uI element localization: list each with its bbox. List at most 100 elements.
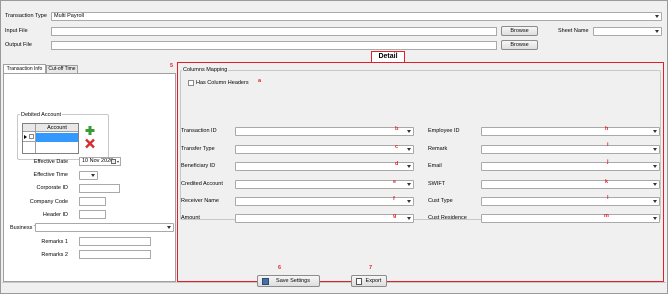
transaction-type-select[interactable]: Multi Payroll — [51, 12, 662, 21]
tab-transaction-info[interactable]: Transaction Info — [3, 64, 46, 73]
input-file-label: Input File — [5, 28, 28, 34]
tab-cutoff-time[interactable]: Cut-off Time — [46, 65, 78, 73]
mapping-select-cust-type[interactable] — [481, 197, 660, 206]
annotation-h: h — [605, 126, 609, 132]
remove-account-button[interactable] — [84, 138, 96, 149]
save-settings-button[interactable]: Save Settings — [257, 275, 320, 287]
browse-input-button[interactable]: Browse — [501, 26, 538, 36]
mapping-select-beneficiary-id[interactable] — [235, 162, 414, 171]
mapping-select-amount[interactable] — [235, 214, 414, 223]
annotation-e: e — [393, 179, 397, 185]
chevron-down-icon — [91, 174, 95, 177]
annotation-j: j — [607, 159, 609, 165]
annotation-i: i — [607, 142, 609, 148]
mapping-label-email: Email — [428, 163, 442, 169]
mapping-select-credited-account[interactable] — [235, 180, 414, 189]
chevron-down-icon — [653, 165, 657, 168]
corporate-id-label: Corporate ID — [36, 185, 69, 191]
mapping-label-transfer-type: Transfer Type — [181, 146, 215, 152]
row-checkbox[interactable] — [29, 134, 34, 139]
mapping-select-transaction-id[interactable] — [235, 127, 414, 136]
effective-date-value: 10 Nov 2020 — [82, 158, 114, 164]
annotation-6: 6 — [278, 265, 282, 271]
chevron-down-icon — [167, 226, 171, 229]
mapping-label-remark: Remark — [428, 146, 448, 152]
save-icon — [262, 278, 269, 285]
annotation-f: f — [393, 196, 395, 202]
chevron-down-icon — [653, 217, 657, 220]
header-id-label: Header ID — [42, 212, 68, 218]
transaction-type-value: Multi Payroll — [54, 13, 84, 19]
mapping-select-cust-residence[interactable] — [481, 214, 660, 223]
has-column-headers-checkbox[interactable] — [188, 80, 194, 86]
chevron-down-icon — [653, 148, 657, 151]
effective-time-select[interactable] — [79, 171, 98, 180]
annotation-7: 7 — [369, 265, 373, 271]
has-column-headers-label: Has Column Headers — [196, 80, 249, 86]
chevron-down-icon — [407, 217, 411, 220]
mapping-label-credited-account: Credited Account — [181, 181, 223, 187]
add-account-button[interactable] — [84, 125, 96, 136]
account-cell-selected[interactable] — [36, 133, 78, 142]
mapping-label-swift: SWIFT — [428, 181, 446, 187]
annotation-k: k — [605, 179, 609, 185]
company-code-field[interactable] — [79, 197, 106, 206]
mapping-label-receiver-name: Receiver Name — [181, 198, 219, 204]
bottom-divider — [2, 282, 666, 283]
remarks1-field[interactable] — [79, 237, 151, 246]
calendar-icon — [111, 159, 116, 164]
mapping-select-employee-id[interactable] — [481, 127, 660, 136]
mapping-select-transfer-type[interactable] — [235, 145, 414, 154]
plus-icon — [85, 126, 95, 135]
export-label: Export — [365, 278, 382, 284]
debited-account-title: Debited Account — [20, 111, 63, 119]
grid-column-account: Account — [47, 125, 67, 131]
mapping-label-amount: Amount — [181, 215, 200, 221]
effective-date-picker[interactable]: 10 Nov 2020 — [79, 157, 121, 166]
chevron-down-icon — [407, 130, 411, 133]
annotation-b: b — [395, 126, 399, 132]
chevron-down-icon — [653, 200, 657, 203]
corporate-id-field[interactable] — [79, 184, 120, 193]
mapping-label-cust-residence: Cust Residence — [428, 215, 467, 221]
transaction-type-label: Transaction Type — [5, 13, 47, 19]
output-file-field[interactable] — [51, 41, 497, 50]
mapping-label-beneficiary-id: Beneficiary ID — [181, 163, 216, 169]
export-button[interactable]: Export — [351, 275, 387, 287]
browse-output-button[interactable]: Browse — [501, 40, 538, 50]
annotation-g: g — [393, 213, 397, 219]
chevron-down-icon — [407, 148, 411, 151]
remarks2-field[interactable] — [79, 250, 151, 259]
output-file-label: Output File — [5, 42, 32, 48]
mapping-label-employee-id: Employee ID — [428, 128, 460, 134]
effective-date-label: Effective Date — [33, 159, 68, 165]
mapping-label-cust-type: Cust Type — [428, 198, 453, 204]
annotation-c: c — [395, 144, 399, 150]
effective-time-label: Effective Time — [33, 172, 68, 178]
save-settings-label: Save Settings — [276, 278, 310, 284]
mapping-label-transaction-id: Transaction ID — [181, 128, 217, 134]
tab-detail[interactable]: Detail — [371, 51, 405, 62]
mapping-select-email[interactable] — [481, 162, 660, 171]
chevron-down-icon — [653, 183, 657, 186]
chevron-down-icon — [407, 200, 411, 203]
chevron-down-icon — [407, 183, 411, 186]
remarks2-label: Remarks 2 — [41, 252, 68, 258]
close-icon — [85, 138, 95, 149]
mapping-select-swift[interactable] — [481, 180, 660, 189]
annotation-a: a — [258, 78, 262, 84]
header-id-field[interactable] — [79, 210, 106, 219]
chevron-down-icon — [117, 161, 119, 163]
row-pointer-icon — [24, 135, 27, 139]
input-file-field[interactable] — [51, 27, 497, 36]
sheet-name-label: Sheet Name — [558, 28, 589, 34]
business-type-select[interactable] — [35, 223, 174, 232]
chevron-down-icon — [655, 15, 659, 18]
annotation-5: 5 — [170, 63, 174, 69]
annotation-d: d — [395, 161, 399, 167]
sheet-name-select[interactable] — [593, 27, 662, 36]
mapping-select-receiver-name[interactable] — [235, 197, 414, 206]
mapping-select-remark[interactable] — [481, 145, 660, 154]
company-code-label: Company Code — [29, 199, 68, 205]
chevron-down-icon — [655, 30, 659, 33]
